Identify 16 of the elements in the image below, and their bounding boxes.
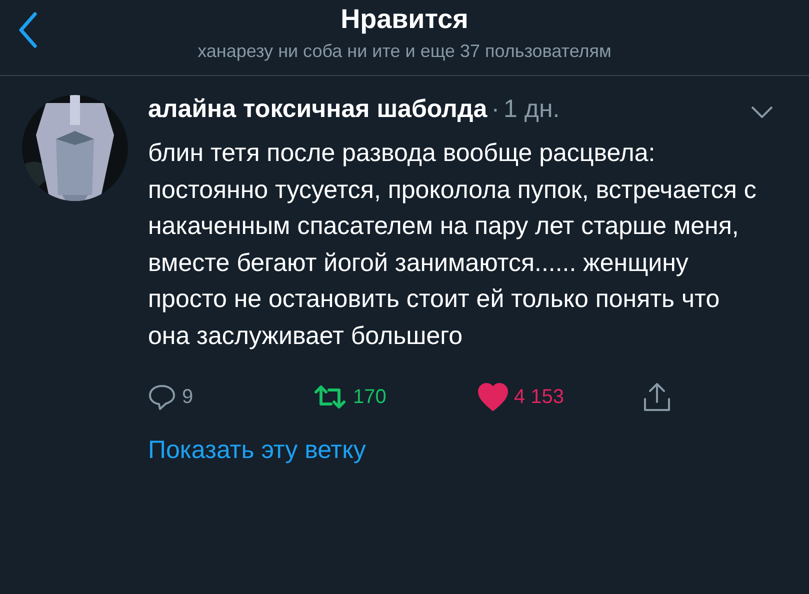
back-icon[interactable] — [18, 12, 38, 48]
action-count: 9 — [182, 386, 194, 408]
action-count: 4 153 — [514, 386, 564, 408]
speech-bubble-icon[interactable] — [148, 383, 176, 411]
heart-icon[interactable] — [478, 383, 508, 411]
tweet-time: 1 дн. — [504, 95, 560, 124]
share-icon[interactable] — [643, 382, 671, 412]
page-title: Нравится — [340, 4, 468, 35]
show-thread-link[interactable]: Показать эту ветку — [148, 436, 366, 465]
chevron-down-icon[interactable] — [751, 106, 773, 118]
separator-dot: · — [491, 95, 500, 124]
author-name[interactable]: алайна токсичная шаболда — [148, 95, 488, 124]
retweet-icon[interactable] — [313, 384, 347, 410]
tweet-text: блин тетя после развода вообще расцвела: постоянно тусуется, проколола пупок, встречается с накаченным спасателем на пару лет старше меня, вместе бегают йогой занимаются...... женщину просто не остановить стоит ей только понять что она заслуживает большего — [148, 138, 758, 352]
action-count: 170 — [353, 386, 386, 408]
page-subtitle: ханарезу ни соба ни ите и еще 37 пользователям — [198, 41, 612, 62]
